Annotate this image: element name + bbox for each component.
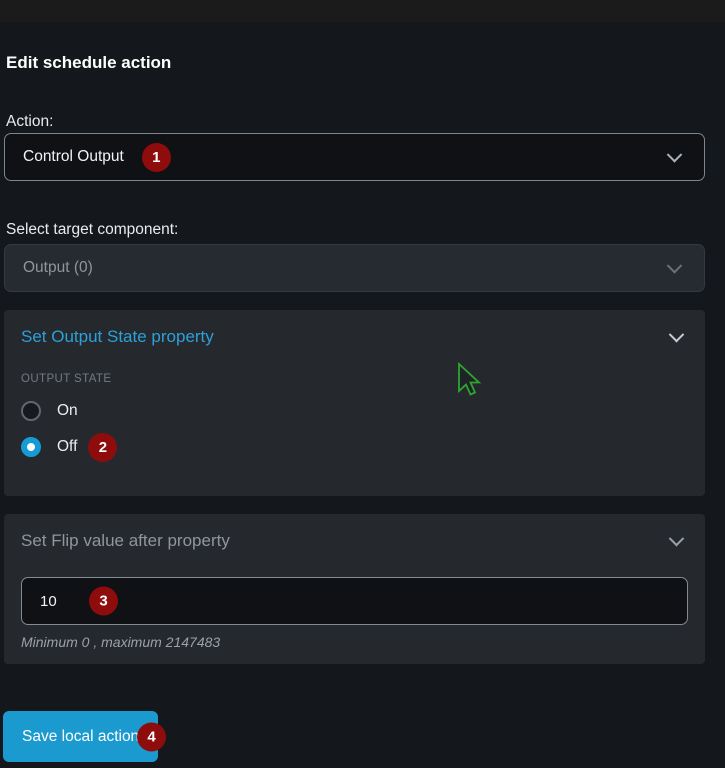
- action-dropdown-value: Control Output: [23, 148, 124, 166]
- radio-option-off[interactable]: Off 2: [21, 436, 688, 458]
- flip-value-input[interactable]: [21, 577, 688, 625]
- page-title: Edit schedule action: [6, 53, 705, 73]
- save-button-label: Save local action: [22, 728, 139, 745]
- flip-value-section-header[interactable]: Set Flip value after property: [21, 530, 688, 552]
- annotation-badge-2: 2: [88, 433, 117, 462]
- chevron-down-icon: [669, 326, 685, 342]
- form-content: Edit schedule action Action: Control Out…: [4, 22, 705, 762]
- flip-value-input-wrap: 3: [21, 577, 688, 625]
- top-bar: [0, 0, 725, 22]
- radio-option-on[interactable]: On: [21, 400, 688, 422]
- target-component-label: Select target component:: [6, 221, 705, 239]
- flip-value-hint: Minimum 0 , maximum 2147483: [21, 634, 688, 650]
- target-component-dropdown[interactable]: Output (0): [4, 244, 705, 292]
- annotation-badge-4: 4: [137, 722, 166, 751]
- chevron-down-icon: [669, 530, 685, 546]
- output-state-group-label: OUTPUT STATE: [21, 373, 688, 385]
- flip-value-section: Set Flip value after property 3 Minimum …: [4, 514, 705, 664]
- annotation-badge-3: 3: [89, 587, 118, 616]
- radio-on-label: On: [57, 402, 78, 420]
- chevron-down-icon: [667, 147, 683, 163]
- radio-selected-icon: [21, 437, 41, 457]
- target-component-value: Output (0): [23, 259, 93, 277]
- save-local-action-button[interactable]: Save local action 4: [3, 711, 158, 762]
- output-state-section: Set Output State property OUTPUT STATE O…: [4, 310, 705, 496]
- flip-value-section-title: Set Flip value after property: [21, 530, 230, 552]
- annotation-badge-1: 1: [142, 143, 171, 172]
- radio-unselected-icon: [21, 401, 41, 421]
- output-state-section-header[interactable]: Set Output State property: [21, 326, 688, 348]
- output-state-section-title: Set Output State property: [21, 326, 214, 348]
- action-dropdown[interactable]: Control Output 1: [4, 133, 705, 181]
- action-label: Action:: [6, 113, 705, 131]
- chevron-down-icon: [667, 258, 683, 274]
- radio-off-label: Off: [57, 438, 77, 456]
- edit-schedule-action-screen: Edit schedule action Action: Control Out…: [0, 0, 725, 768]
